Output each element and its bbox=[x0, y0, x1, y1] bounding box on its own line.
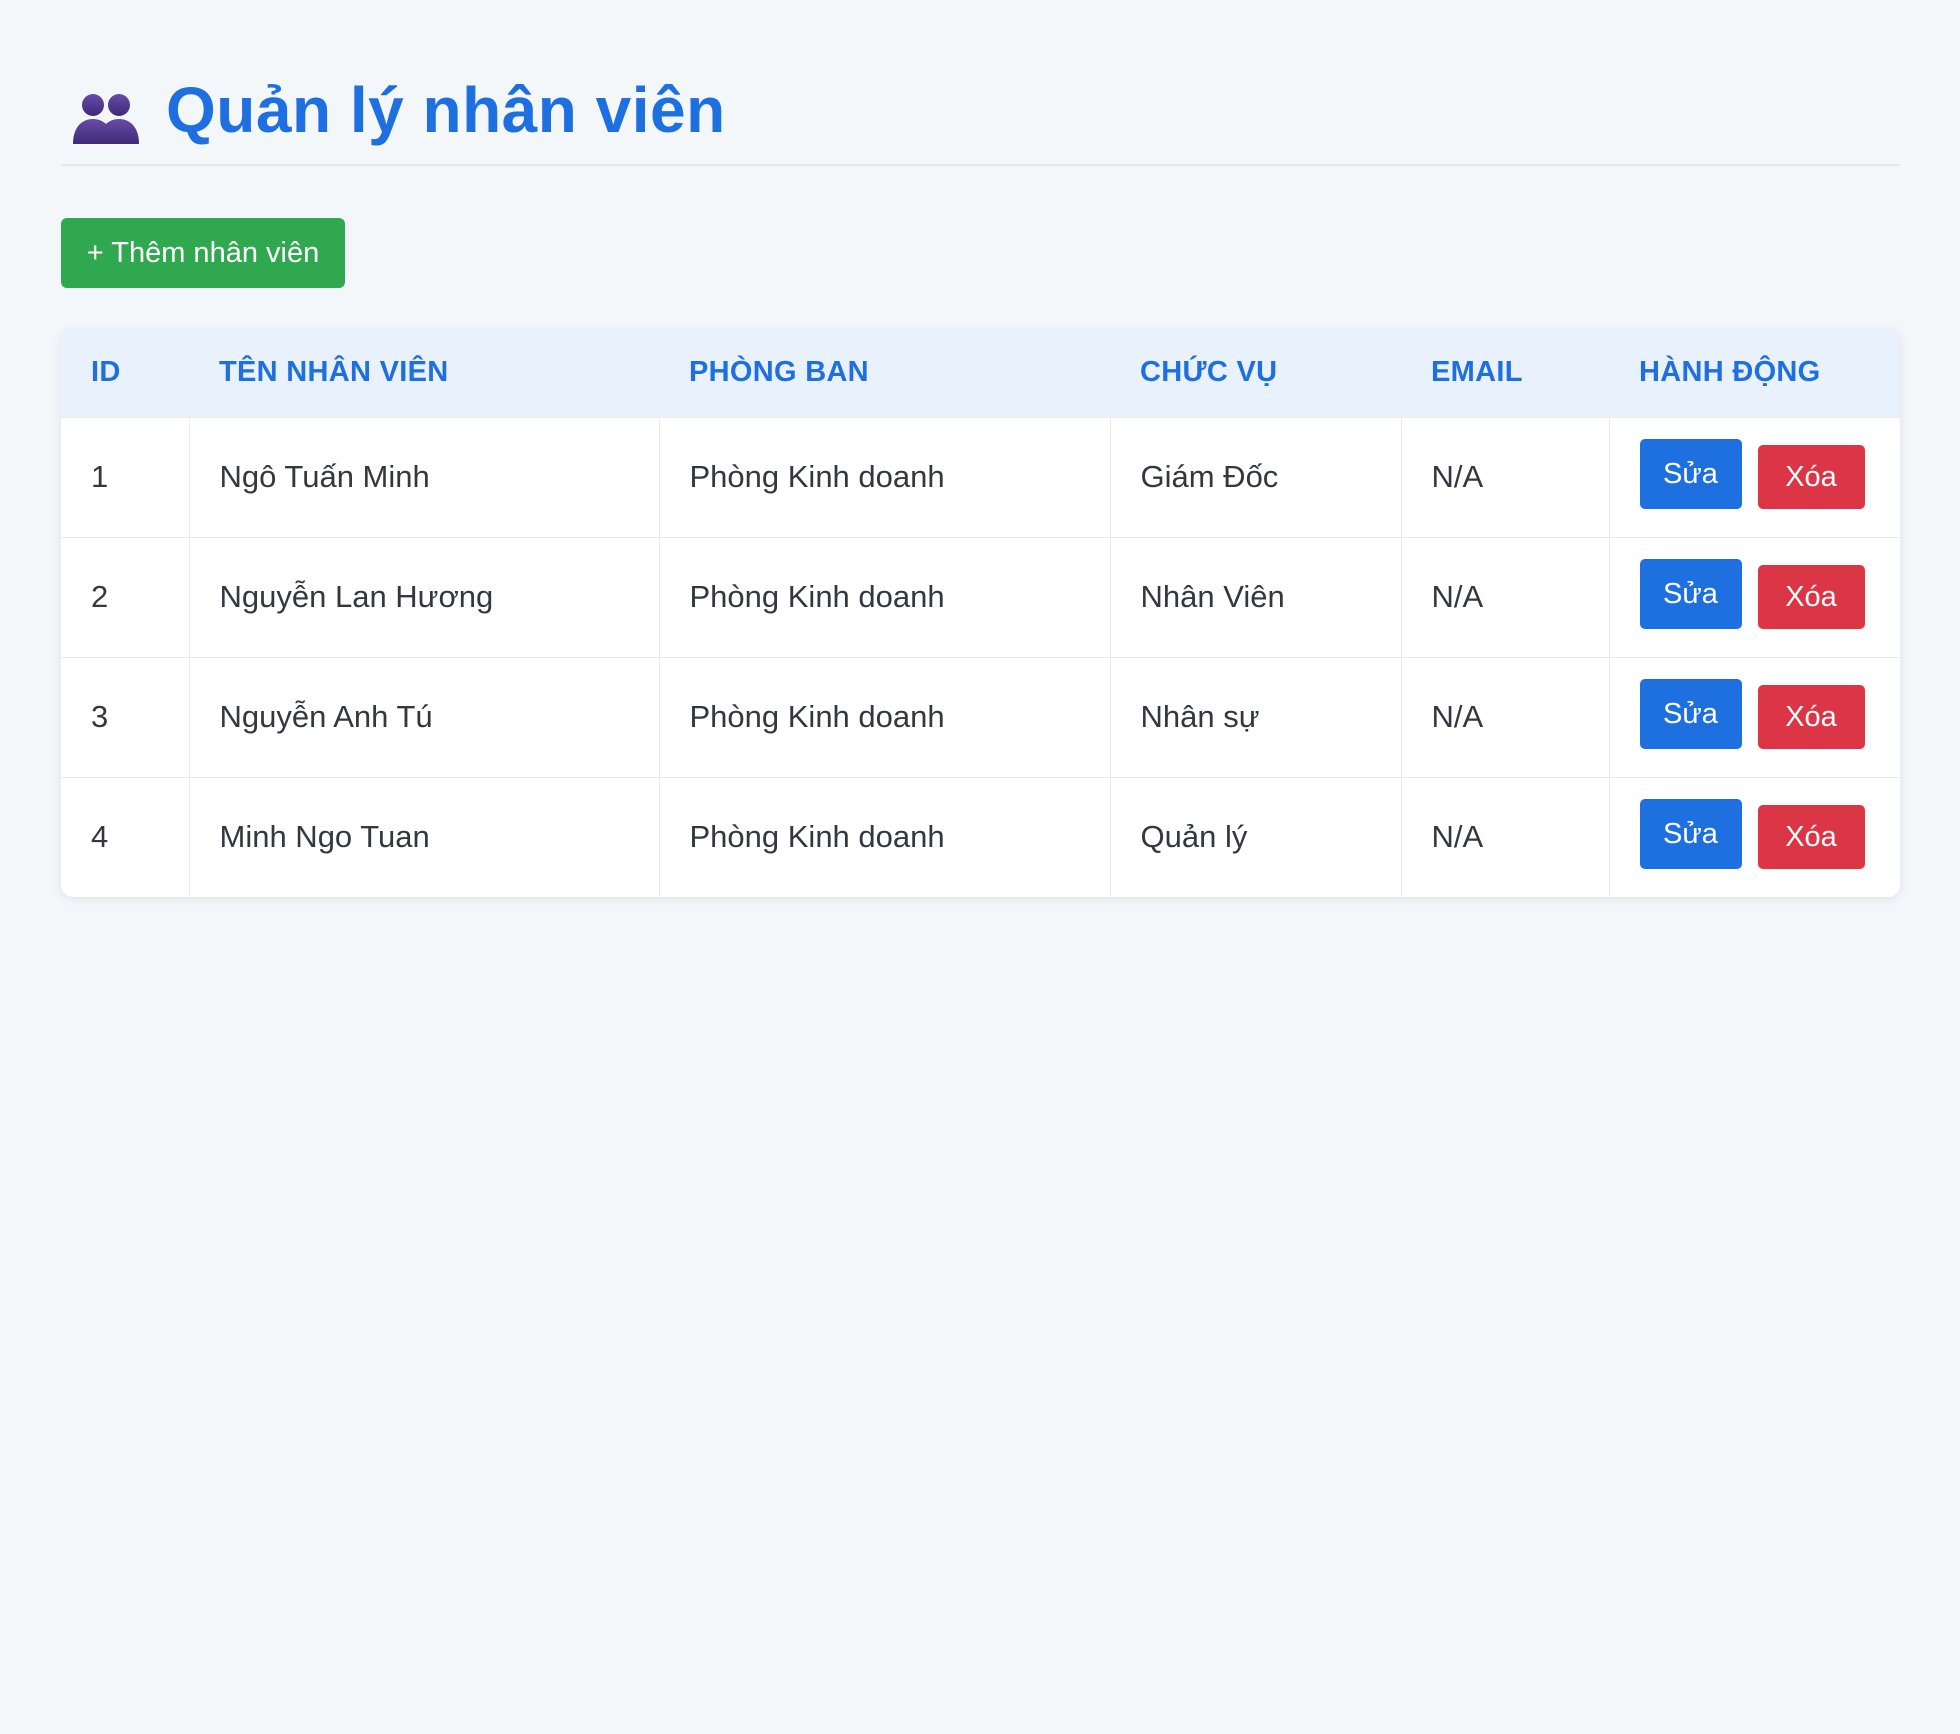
cell-id: 3 bbox=[91, 699, 109, 734]
people-icon bbox=[71, 86, 141, 156]
cell-actions: Sửa Xóa bbox=[1608, 537, 1900, 657]
cell-position: Quản lý bbox=[1109, 777, 1401, 897]
column-header-name: TÊN NHÂN VIÊN bbox=[219, 356, 449, 389]
cell-name: Nguyễn Anh Tú bbox=[188, 657, 659, 777]
cell-id: 4 bbox=[91, 819, 109, 855]
edit-button[interactable]: Sửa bbox=[1639, 679, 1742, 749]
table-row: 1 Ngô Tuấn Minh Phòng Kinh doanh Giám Đố… bbox=[61, 417, 1900, 537]
edit-button[interactable]: Sửa bbox=[1639, 559, 1742, 629]
page: Quản lý nhân viên + Thêm nhân viên ID TÊ… bbox=[0, 0, 1960, 1734]
edit-button[interactable]: Sửa bbox=[1639, 439, 1742, 509]
table-row: 4 Minh Ngo Tuan Phòng Kinh doanh Quản lý… bbox=[61, 777, 1900, 897]
delete-button[interactable]: Xóa bbox=[1757, 565, 1865, 629]
column-header-id: ID bbox=[91, 356, 121, 389]
cell-position: Nhân Viên bbox=[1109, 537, 1401, 657]
edit-button[interactable]: Sửa bbox=[1639, 799, 1742, 870]
cell-actions: Sửa Xóa bbox=[1608, 657, 1900, 777]
employee-table-card: ID TÊN NHÂN VIÊN PHÒNG BAN CHỨC VỤ EMAIL… bbox=[61, 329, 1900, 897]
table-header-row: ID TÊN NHÂN VIÊN PHÒNG BAN CHỨC VỤ EMAIL… bbox=[61, 329, 1900, 417]
column-header-department: PHÒNG BAN bbox=[689, 356, 869, 389]
delete-button[interactable]: Xóa bbox=[1757, 445, 1865, 509]
cell-email: N/A bbox=[1400, 777, 1609, 897]
page-title: Quản lý nhân viên bbox=[166, 74, 726, 146]
cell-email: N/A bbox=[1400, 537, 1609, 657]
table-row: 3 Nguyễn Anh Tú Phòng Kinh doanh Nhân sự… bbox=[61, 657, 1900, 777]
cell-position: Giám Đốc bbox=[1109, 417, 1401, 537]
cell-department: Phòng Kinh doanh bbox=[658, 537, 1110, 657]
cell-position: Nhân sự bbox=[1109, 657, 1401, 777]
cell-email: N/A bbox=[1400, 657, 1609, 777]
delete-button[interactable]: Xóa bbox=[1757, 805, 1865, 870]
add-employee-button[interactable]: + Thêm nhân viên bbox=[61, 218, 345, 288]
cell-name: Minh Ngo Tuan bbox=[188, 777, 659, 897]
cell-actions: Sửa Xóa bbox=[1608, 777, 1900, 897]
cell-id: 2 bbox=[91, 579, 109, 614]
column-header-position: CHỨC VỤ bbox=[1140, 356, 1278, 389]
column-header-email: EMAIL bbox=[1431, 356, 1523, 389]
cell-department: Phòng Kinh doanh bbox=[658, 417, 1110, 537]
cell-department: Phòng Kinh doanh bbox=[658, 657, 1110, 777]
page-header: Quản lý nhân viên bbox=[61, 70, 1900, 166]
cell-id: 1 bbox=[91, 459, 109, 494]
cell-name: Nguyễn Lan Hương bbox=[188, 537, 659, 657]
cell-name: Ngô Tuấn Minh bbox=[188, 417, 659, 537]
cell-actions: Sửa Xóa bbox=[1608, 417, 1900, 537]
column-header-actions: HÀNH ĐỘNG bbox=[1639, 356, 1821, 389]
delete-button[interactable]: Xóa bbox=[1757, 685, 1865, 749]
employee-table: ID TÊN NHÂN VIÊN PHÒNG BAN CHỨC VỤ EMAIL… bbox=[61, 329, 1900, 897]
cell-email: N/A bbox=[1400, 417, 1609, 537]
cell-department: Phòng Kinh doanh bbox=[658, 777, 1110, 897]
table-row: 2 Nguyễn Lan Hương Phòng Kinh doanh Nhân… bbox=[61, 537, 1900, 657]
